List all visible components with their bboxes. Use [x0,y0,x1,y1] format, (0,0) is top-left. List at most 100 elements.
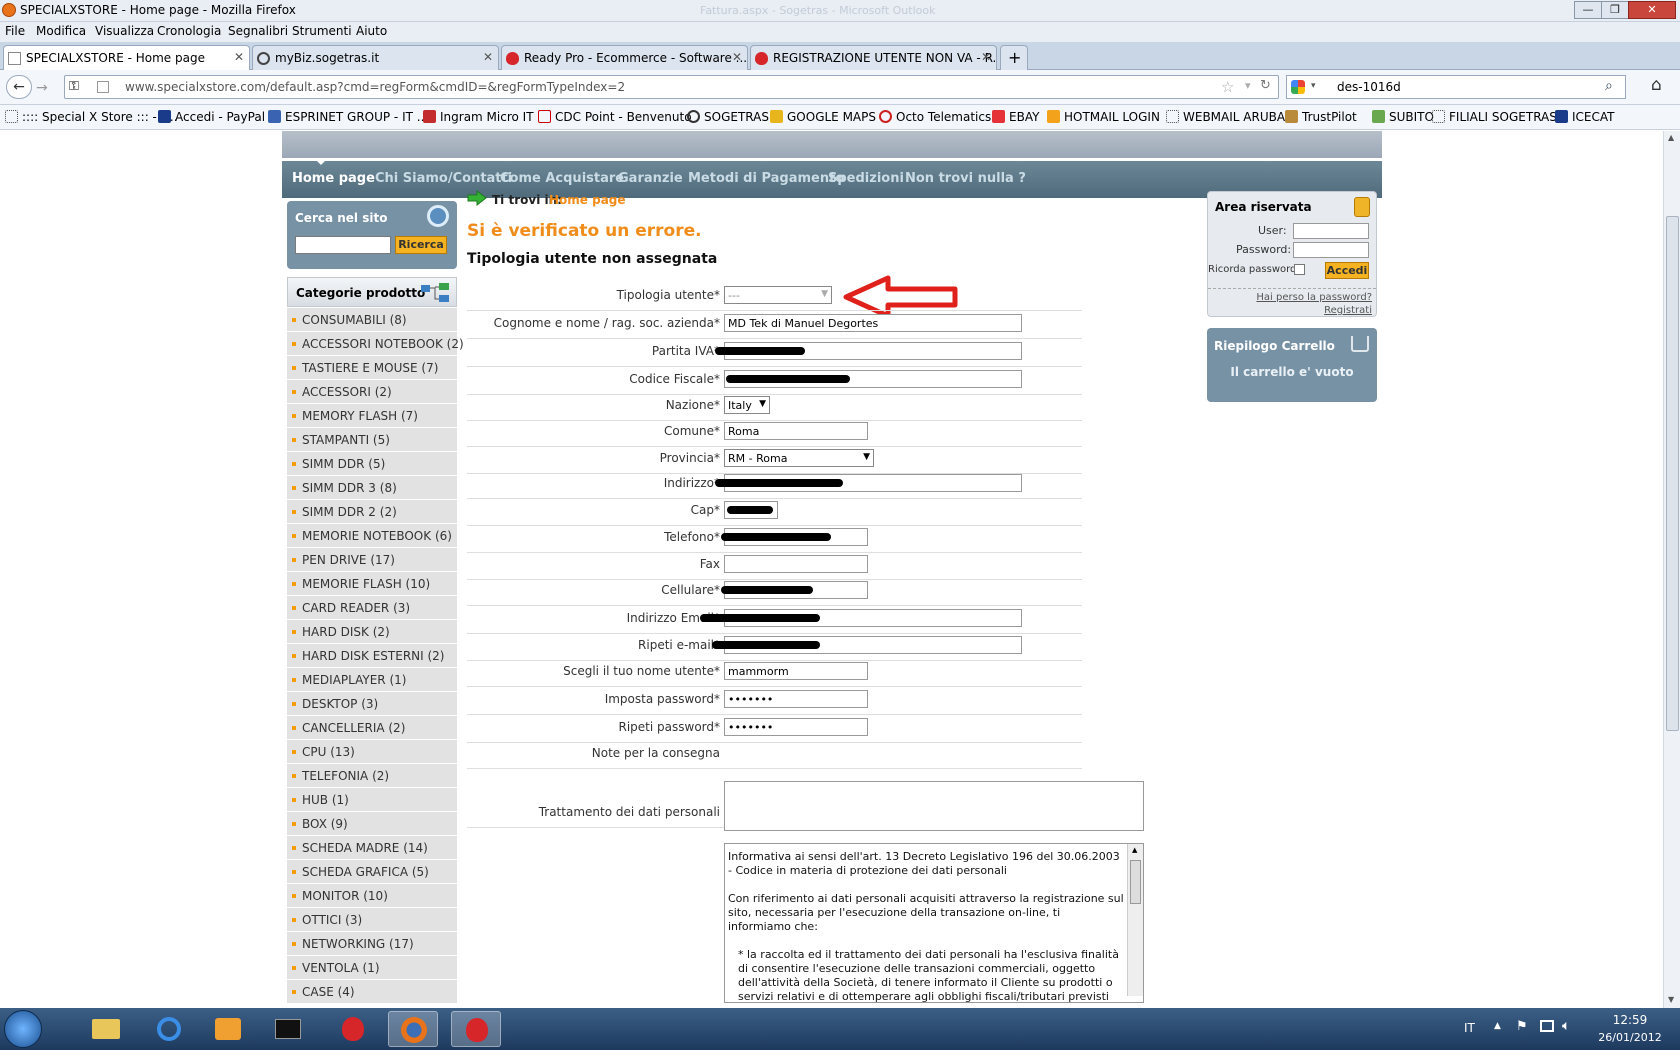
note-textarea[interactable] [724,781,1144,831]
category-item[interactable]: CANCELLERIA (2) [287,716,457,740]
bookmark-hotmail[interactable]: HOTMAIL LOGIN [1047,110,1160,124]
start-button[interactable] [4,1010,42,1048]
readypro-taskbar-icon[interactable] [328,1011,378,1047]
bookmark-paypal[interactable]: Accedi - PayPal [158,110,265,124]
tab-registrazione[interactable]: REGISTRAZIONE UTENTE NON VA - R... ✕ [750,45,997,70]
category-item[interactable]: SIMM DDR (5) [287,452,457,476]
internet-explorer-taskbar-icon[interactable] [143,1011,193,1047]
category-item[interactable]: MEDIAPLAYER (1) [287,668,457,692]
category-item[interactable]: CONSUMABILI (8) [287,308,457,332]
privacy-textarea[interactable]: ▲ Informativa ai sensi dell'art. 13 Decre… [724,843,1144,1003]
flag-icon[interactable]: ⚑ [1516,1019,1528,1034]
category-item[interactable]: MEMORIE FLASH (10) [287,572,457,596]
close-tab-icon[interactable]: ✕ [483,50,493,64]
provincia-select[interactable]: RM - Roma ▼ [724,449,874,467]
user-input[interactable] [1293,223,1369,239]
menu-segnalibri[interactable]: Segnalibri [228,24,288,38]
comune-input[interactable]: Roma [724,422,868,440]
password-input[interactable]: ••••••• [724,690,868,708]
network-icon[interactable] [1540,1020,1554,1032]
category-item[interactable]: CASE (4) [287,980,457,1004]
bookmark-subito[interactable]: SUBITO [1372,110,1434,124]
category-item[interactable]: VENTOLA (1) [287,956,457,980]
cognome-input[interactable]: MD Tek di Manuel Degortes [724,314,1022,332]
star-icon[interactable]: ☆ [1221,78,1234,96]
dropdown-arrow-icon[interactable]: ▼ [863,452,870,462]
category-item[interactable]: SIMM DDR 3 (8) [287,476,457,500]
clock-time[interactable]: 12:59 [1600,1013,1660,1027]
password2-input[interactable]: ••••••• [724,718,868,736]
category-item[interactable]: SCHEDA MADRE (14) [287,836,457,860]
category-item[interactable]: SIMM DDR 2 (2) [287,500,457,524]
reload-icon[interactable]: ↻ [1260,78,1271,93]
close-window-button[interactable]: ✕ [1628,1,1676,19]
category-item[interactable]: MEMORY FLASH (7) [287,404,457,428]
search-button[interactable]: Ricerca [395,236,447,254]
category-item[interactable]: HARD DISK ESTERNI (2) [287,644,457,668]
dropdown-arrow-icon[interactable]: ▼ [759,399,766,409]
login-button[interactable]: Accedi [1325,262,1369,279]
scrollbar-thumb[interactable] [1666,216,1679,731]
category-item[interactable]: CARD READER (3) [287,596,457,620]
tray-expand-icon[interactable]: ▲ [1494,1021,1501,1031]
nav-come-acquistare[interactable]: Come Acquistare [500,171,624,186]
outlook-taskbar-icon[interactable] [203,1011,253,1047]
category-item[interactable]: TELEFONIA (2) [287,764,457,788]
nav-garanzie[interactable]: Garanzie [618,171,683,186]
back-arrow-icon[interactable]: ← [6,75,32,99]
site-search-input[interactable] [295,236,391,254]
minimize-button[interactable]: — [1574,1,1602,19]
tab-mybiz[interactable]: myBiz.sogetras.it ✕ [252,45,499,70]
google-icon[interactable] [1291,80,1305,94]
category-item[interactable]: BOX (9) [287,812,457,836]
tab-specialxstore[interactable]: SPECIALXSTORE - Home page ✕ [3,45,250,71]
category-item[interactable]: CPU (13) [287,740,457,764]
category-item[interactable]: HARD DISK (2) [287,620,457,644]
register-link[interactable]: Registrati [1324,305,1372,316]
dropdown-arrow-icon[interactable]: ▾ [1245,79,1251,92]
key-icon[interactable]: ⚿ [69,79,79,94]
fax-input[interactable] [724,555,868,573]
forward-arrow-icon[interactable]: → [36,80,48,96]
bookmark-webmail[interactable]: WEBMAIL ARUBA [1166,110,1285,124]
close-tab-icon[interactable]: ✕ [732,50,742,64]
home-icon[interactable]: ⌂ [1651,75,1662,95]
category-item[interactable]: TASTIERE E MOUSE (7) [287,356,457,380]
menu-cronologia[interactable]: Cronologia [157,24,221,38]
url-bar[interactable]: ⚿ www.specialxstore.com/default.asp?cmd=… [64,75,1279,99]
category-item[interactable]: DESKTOP (3) [287,692,457,716]
bookmark-filiali[interactable]: FILIALI SOGETRAS [1432,110,1557,124]
username-input[interactable]: mammorm [724,662,868,680]
close-tab-icon[interactable]: ✕ [981,50,991,64]
menu-visualizza[interactable]: Visualizza [95,24,154,38]
menu-aiuto[interactable]: Aiuto [356,24,387,38]
bookmark-icecat[interactable]: ICECAT [1555,110,1615,124]
scroll-down-icon[interactable]: ▼ [1668,995,1674,1004]
search-text[interactable]: des-1016d [1337,80,1401,94]
scroll-up-icon[interactable]: ▲ [1668,133,1674,142]
readypro2-taskbar-icon[interactable] [451,1011,501,1047]
dropdown-arrow-icon[interactable]: ▼ [821,289,828,299]
bookmark-sogetras[interactable]: SOGETRAS [687,110,769,124]
page-scrollbar[interactable]: ▲ ▼ [1663,131,1680,1008]
bookmark-ebay[interactable]: EBAY [992,110,1039,124]
bookmark-ingram[interactable]: Ingram Micro IT [423,110,534,124]
bookmark-trustpilot[interactable]: TrustPilot [1285,110,1357,124]
search-bar[interactable]: ▾ des-1016d ⌕ [1286,75,1626,99]
menu-file[interactable]: File [5,24,25,38]
firefox-taskbar-icon[interactable] [388,1011,438,1047]
category-item[interactable]: HUB (1) [287,788,457,812]
remember-checkbox[interactable] [1294,264,1305,275]
new-tab-button[interactable]: + [1000,45,1028,70]
category-item[interactable]: ACCESSORI NOTEBOOK (2) [287,332,464,356]
category-item[interactable]: MONITOR (10) [287,884,457,908]
volume-icon[interactable]: 🔈︎ [1562,1018,1570,1034]
menu-strumenti[interactable]: Strumenti [292,24,352,38]
language-indicator[interactable]: IT [1464,1021,1475,1035]
bookmark-google-maps[interactable]: GOOGLE MAPS [770,110,876,124]
bookmark-octo[interactable]: Octo Telematics [879,110,991,124]
category-item[interactable]: PEN DRIVE (17) [287,548,457,572]
tab-readypro[interactable]: Ready Pro - Ecommerce - Software ... ✕ [501,45,748,70]
category-item[interactable]: OTTICI (3) [287,908,457,932]
bookmark-esprinet[interactable]: ESPRINET GROUP - IT ... [268,110,428,124]
